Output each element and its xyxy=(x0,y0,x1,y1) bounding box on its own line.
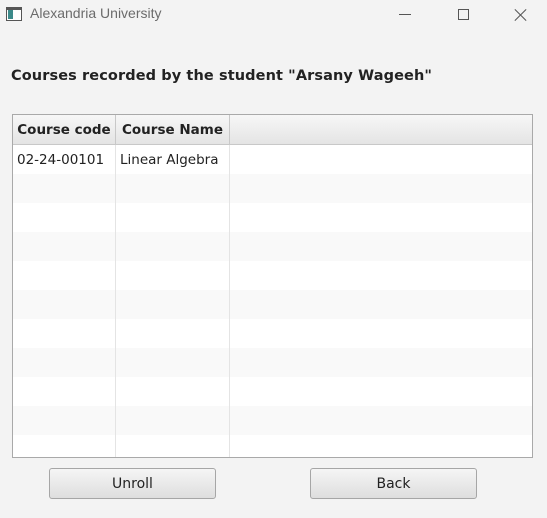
cell-filler xyxy=(230,435,532,457)
column-header-course-name[interactable]: Course Name xyxy=(116,115,230,145)
minimize-button[interactable] xyxy=(382,0,428,29)
window-title: Alexandria University xyxy=(30,5,162,21)
page-heading: Courses recorded by the student "Arsany … xyxy=(11,68,433,84)
back-button[interactable]: Back xyxy=(310,468,477,499)
cell-course-name: Linear Algebra xyxy=(116,145,230,174)
column-header-course-code[interactable]: Course code xyxy=(13,115,116,145)
courses-table[interactable]: Course code Course Name 02-24-00101 Linea… xyxy=(12,114,533,458)
cell-course-code xyxy=(13,435,116,457)
cell-course-name xyxy=(116,406,230,435)
cell-filler xyxy=(230,261,532,290)
cell-course-code xyxy=(13,377,116,406)
cell-course-code xyxy=(13,290,116,319)
cell-filler xyxy=(230,174,532,203)
close-button[interactable] xyxy=(498,0,544,29)
cell-course-code xyxy=(13,406,116,435)
cell-filler xyxy=(230,203,532,232)
cell-course-name xyxy=(116,435,230,457)
cell-course-code xyxy=(13,261,116,290)
cell-filler xyxy=(230,319,532,348)
cell-course-name xyxy=(116,203,230,232)
table-row[interactable] xyxy=(13,319,532,348)
cell-course-name xyxy=(116,319,230,348)
cell-course-name xyxy=(116,290,230,319)
maximize-icon xyxy=(457,9,469,20)
table-row[interactable] xyxy=(13,406,532,435)
cell-course-name xyxy=(116,174,230,203)
cell-course-name xyxy=(116,348,230,377)
cell-filler xyxy=(230,348,532,377)
maximize-button[interactable] xyxy=(440,0,486,29)
app-window: Alexandria University Courses recorded b… xyxy=(0,0,547,518)
cell-course-code xyxy=(13,348,116,377)
cell-course-name xyxy=(116,261,230,290)
cell-course-code: 02-24-00101 xyxy=(13,145,116,174)
unroll-button[interactable]: Unroll xyxy=(49,468,216,499)
table-row[interactable] xyxy=(13,377,532,406)
app-window-icon xyxy=(6,7,22,21)
close-icon xyxy=(514,8,528,22)
cell-course-name xyxy=(116,377,230,406)
table-row[interactable] xyxy=(13,435,532,457)
table-row[interactable] xyxy=(13,348,532,377)
cell-course-code xyxy=(13,232,116,261)
table-row[interactable] xyxy=(13,290,532,319)
cell-course-code xyxy=(13,174,116,203)
cell-course-code xyxy=(13,203,116,232)
cell-course-code xyxy=(13,319,116,348)
table-row[interactable]: 02-24-00101 Linear Algebra xyxy=(13,145,532,174)
cell-filler xyxy=(230,377,532,406)
column-header-filler xyxy=(230,115,532,145)
table-header: Course code Course Name xyxy=(13,115,532,145)
table-row[interactable] xyxy=(13,174,532,203)
cell-course-name xyxy=(116,232,230,261)
table-row[interactable] xyxy=(13,261,532,290)
cell-filler xyxy=(230,145,532,174)
title-bar[interactable]: Alexandria University xyxy=(0,0,547,29)
table-row[interactable] xyxy=(13,232,532,261)
table-body: 02-24-00101 Linear Algebra xyxy=(13,145,532,457)
table-row[interactable] xyxy=(13,203,532,232)
cell-filler xyxy=(230,406,532,435)
cell-filler xyxy=(230,232,532,261)
cell-filler xyxy=(230,290,532,319)
minimize-icon xyxy=(399,14,411,15)
